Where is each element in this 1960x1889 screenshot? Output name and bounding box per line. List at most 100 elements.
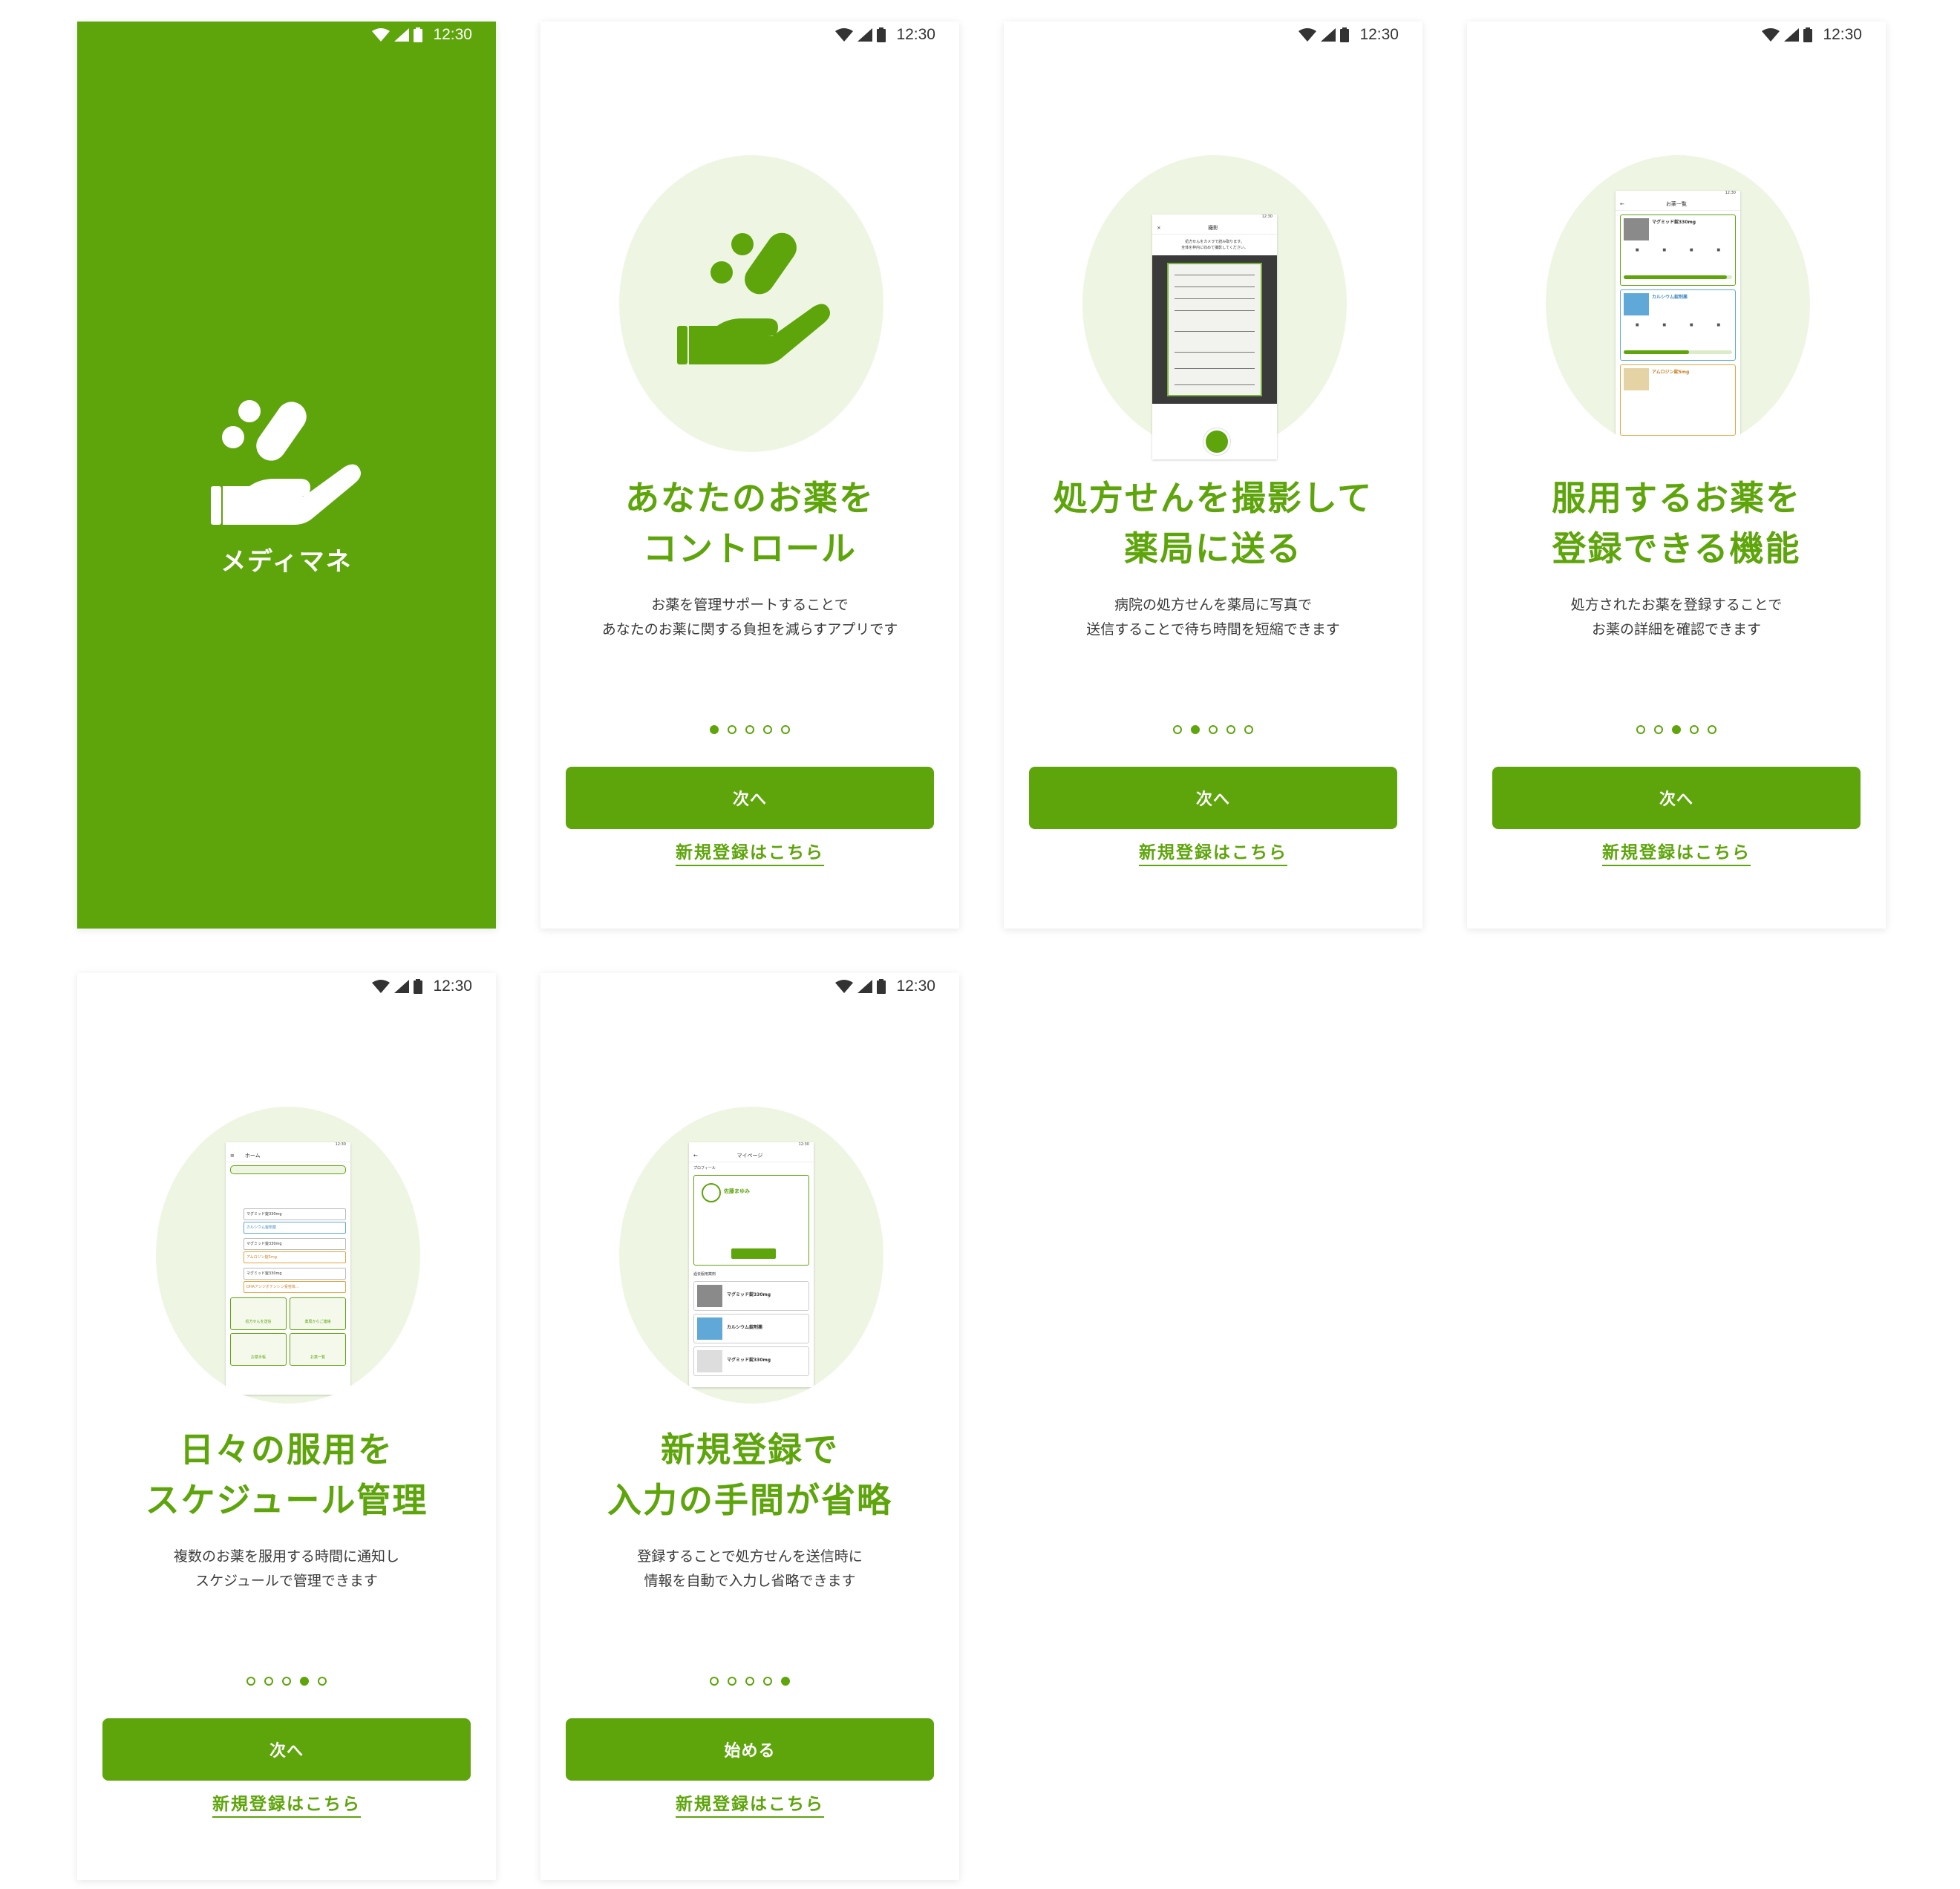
page-dot-1[interactable]	[1636, 725, 1645, 734]
camera-hint: 処方せんをカメラで読み取ります。 全体を枠内に収めて撮影してください。	[1152, 235, 1277, 255]
page-dot-1[interactable]	[710, 1677, 719, 1686]
page-dot-1[interactable]	[1173, 725, 1182, 734]
page-dot-2[interactable]	[264, 1677, 273, 1686]
medicine-name: カルシウム錠剤薬	[1652, 295, 1688, 300]
page-dot-3[interactable]	[745, 1677, 754, 1686]
onboarding-description: お薬を管理サポートすることで あなたのお薬に関する負担を減らすアプリです	[540, 593, 959, 642]
page-dot-2[interactable]	[728, 1677, 736, 1686]
signal-icon	[394, 28, 410, 42]
medicine-card: カルシウム錠剤薬 ■ ■ ■ ■	[1620, 289, 1736, 361]
register-link-wrap: 新規登録はこちら	[77, 1790, 496, 1818]
page-indicator	[77, 1677, 496, 1686]
page-dot-3[interactable]	[282, 1677, 291, 1686]
avatar-icon	[702, 1183, 721, 1202]
page-dot-5[interactable]	[1244, 725, 1253, 734]
start-button[interactable]: 始める	[566, 1718, 934, 1781]
wifi-icon	[1298, 28, 1317, 42]
onboarding-description: 病院の処方せんを薬局に写真で 送信することで待ち時間を短縮できます	[1004, 593, 1422, 642]
page-dot-4[interactable]	[300, 1677, 309, 1686]
mock-status: 12:30	[335, 1142, 346, 1147]
signal-icon	[394, 980, 410, 993]
page-dot-4[interactable]	[763, 725, 772, 734]
schedule-row: DHAアンジオテンシン受容体...	[244, 1281, 346, 1293]
mypage-mockup: 12:30 ← マイページ プロフィール 佐藤まゆみ 過去服用薬剤 マグミッド錠3…	[689, 1142, 814, 1387]
wifi-icon	[1762, 28, 1780, 42]
progress-fill	[1624, 350, 1689, 354]
register-link[interactable]: 新規登録はこちら	[1602, 843, 1751, 866]
history-item: カルシウム錠剤薬	[693, 1314, 809, 1343]
medicine-thumbnail	[1624, 368, 1649, 390]
illustration-circle: 12:30 ← マイページ プロフィール 佐藤まゆみ 過去服用薬剤 マグミッド錠3…	[619, 1107, 883, 1404]
page-dot-1[interactable]	[710, 725, 719, 734]
page-dot-1[interactable]	[246, 1677, 255, 1686]
page-dot-2[interactable]	[1654, 725, 1663, 734]
battery-icon	[1340, 27, 1350, 42]
close-icon: ×	[1157, 225, 1161, 231]
page-dot-3[interactable]	[745, 725, 754, 734]
mock-header: ← マイページ	[689, 1150, 814, 1162]
title-line-2: コントロール	[643, 528, 857, 569]
page-dot-5[interactable]	[318, 1677, 327, 1686]
medicine-name: アムロジン錠5mg	[1652, 370, 1690, 375]
onboarding-description: 処方されたお薬を登録することで お薬の詳細を確認できます	[1467, 593, 1886, 642]
page-dot-4[interactable]	[763, 1677, 772, 1686]
register-link[interactable]: 新規登録はこちら	[676, 1795, 824, 1818]
mock-title: お薬一覧	[1665, 201, 1687, 207]
camera-hint-line-1: 処方せんをカメラで読み取ります。	[1185, 240, 1244, 244]
battery-icon	[1803, 27, 1813, 42]
onboarding-description: 登録することで処方せんを送信時に 情報を自動で入力し省略できます	[540, 1545, 959, 1594]
battery-icon	[414, 979, 423, 994]
status-time: 12:30	[896, 26, 935, 43]
title-line-2: 薬局に送る	[1124, 528, 1302, 569]
medicine-name: マグミッド錠330mg	[727, 1358, 771, 1363]
register-link[interactable]: 新規登録はこちら	[676, 843, 824, 866]
medicine-progress	[1624, 350, 1732, 354]
battery-icon	[414, 27, 423, 42]
page-dot-3[interactable]	[1209, 725, 1218, 734]
page-dot-5[interactable]	[781, 1677, 790, 1686]
register-link[interactable]: 新規登録はこちら	[212, 1795, 361, 1818]
title-line-1: あなたのお薬を	[625, 478, 875, 518]
page-dot-2[interactable]	[1191, 725, 1200, 734]
title-line-2: 登録できる機能	[1552, 528, 1801, 569]
desc-line-2: 送信することで待ち時間を短縮できます	[1086, 621, 1340, 638]
page-indicator	[540, 725, 959, 734]
page-dot-5[interactable]	[1708, 725, 1716, 734]
register-link-wrap: 新規登録はこちら	[540, 838, 959, 866]
page-dot-4[interactable]	[1226, 725, 1235, 734]
status-bar: 12:30	[1467, 22, 1886, 48]
back-icon: ←	[1620, 201, 1624, 207]
register-link-wrap: 新規登録はこちら	[1004, 838, 1422, 866]
page-indicator	[1467, 725, 1886, 734]
next-button[interactable]: 次へ	[102, 1718, 471, 1781]
signal-icon	[1784, 28, 1800, 42]
desc-line-1: 病院の処方せんを薬局に写真で	[1114, 597, 1312, 613]
mock-header: ≡ ホーム	[226, 1150, 350, 1162]
shortcut-tile: お薬手帳	[230, 1333, 287, 1366]
prescription-document	[1167, 263, 1262, 396]
onboarding-title: 服用するお薬を 登録できる機能	[1467, 473, 1886, 574]
signal-icon	[1321, 28, 1336, 42]
profile-section-label: プロフィール	[693, 1166, 716, 1171]
battery-icon	[877, 27, 886, 42]
next-button[interactable]: 次へ	[566, 767, 934, 829]
status-time: 12:30	[433, 978, 472, 995]
medicine-thumbnail	[1624, 218, 1649, 240]
register-link[interactable]: 新規登録はこちら	[1139, 843, 1287, 866]
history-item: マグミッド錠330mg	[693, 1281, 809, 1311]
page-dot-2[interactable]	[728, 725, 736, 734]
status-bar: 12:30	[77, 973, 496, 1000]
shortcut-tile: お薬一覧	[290, 1333, 346, 1366]
page-dot-3[interactable]	[1672, 725, 1681, 734]
page-dot-5[interactable]	[781, 725, 790, 734]
page-dot-4[interactable]	[1690, 725, 1699, 734]
onboarding-title: 新規登録で 入力の手間が省略	[540, 1424, 959, 1525]
wifi-icon	[835, 28, 854, 42]
next-button[interactable]: 次へ	[1029, 767, 1397, 829]
profile-card: 佐藤まゆみ	[693, 1175, 809, 1266]
register-link-wrap: 新規登録はこちら	[540, 1790, 959, 1818]
schedule-row: マグミッド錠330mg	[244, 1208, 346, 1220]
status-bar: 12:30	[1004, 22, 1422, 48]
next-button[interactable]: 次へ	[1492, 767, 1861, 829]
status-bar: 12:30	[540, 22, 959, 48]
